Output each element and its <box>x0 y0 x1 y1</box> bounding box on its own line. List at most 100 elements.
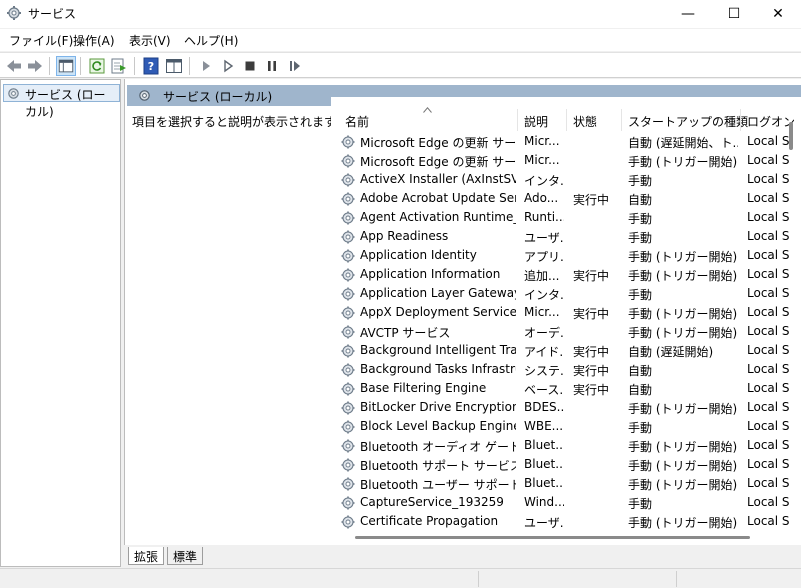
service-row[interactable]: Microsoft Edge の更新 サー... Micr... 手動 (トリガー開… <box>331 151 801 170</box>
service-gear-icon <box>341 249 355 263</box>
menu-help[interactable]: ヘルプ(H) <box>184 32 238 49</box>
column-header-name[interactable]: 名前 <box>345 113 369 130</box>
service-startup-type: 自動 <box>628 383 653 397</box>
column-header-logon-as[interactable]: ログオン <box>747 113 795 130</box>
service-gear-icon <box>341 382 355 396</box>
service-logon-as: Local S <box>747 457 790 471</box>
export-list-icon[interactable] <box>109 56 129 76</box>
service-row[interactable]: ActiveX Installer (AxInstSV) インタ... 手動 Loca… <box>331 170 801 189</box>
service-row[interactable]: Application Layer Gateway ... インタ... 手動 Loc… <box>331 284 801 303</box>
service-row[interactable]: Base Filtering Engine ベース... 実行中 自動 Local S <box>331 379 801 398</box>
tab-extended[interactable]: 拡張 <box>128 547 165 565</box>
sort-ascending-icon <box>423 107 432 113</box>
service-row[interactable]: CaptureService_193259 Wind... 手動 Local S <box>331 493 801 512</box>
service-name: Microsoft Edge の更新 サー... <box>360 155 516 169</box>
minimize-button[interactable]: — <box>665 0 711 28</box>
service-startup-type: 自動 (遅延開始、ト... <box>628 136 738 150</box>
service-name: Bluetooth サポート サービス <box>360 459 516 473</box>
service-row[interactable]: Agent Activation Runtime_1... Runti... 手動 L… <box>331 208 801 227</box>
service-description: Micr... <box>524 153 560 167</box>
service-logon-as: Local S <box>747 495 790 509</box>
service-gear-icon <box>341 515 355 529</box>
start-service-alt-icon[interactable] <box>218 56 238 76</box>
service-description: ベース... <box>524 383 564 397</box>
service-description: インタ... <box>524 288 564 302</box>
maximize-button[interactable]: ☐ <box>711 0 757 28</box>
column-divider[interactable] <box>566 109 567 131</box>
show-hide-console-tree-icon[interactable] <box>56 56 76 76</box>
svg-text:?: ? <box>148 60 154 73</box>
service-row[interactable]: Application Information 追加... 実行中 手動 (トリガー開… <box>331 265 801 284</box>
service-description: システ... <box>524 364 564 378</box>
service-row[interactable]: AVCTP サービス オーデ... 手動 (トリガー開始) Local S <box>331 322 801 341</box>
column-header-status[interactable]: 状態 <box>573 113 597 130</box>
service-gear-icon <box>341 287 355 301</box>
column-divider[interactable] <box>740 109 741 131</box>
menu-view[interactable]: 表示(V) <box>129 32 171 49</box>
service-row[interactable]: Application Identity アプリ... 手動 (トリガー開始) Loc… <box>331 246 801 265</box>
help-icon[interactable]: ? <box>141 56 161 76</box>
service-name: App Readiness <box>360 229 449 243</box>
service-startup-type: 手動 (トリガー開始) <box>628 402 738 416</box>
forward-arrow-icon[interactable] <box>25 56 45 76</box>
service-row[interactable]: Background Intelligent Tran... アイド... 実行中 自… <box>331 341 801 360</box>
menu-file[interactable]: ファイル(F) <box>9 32 73 49</box>
horizontal-scrollbar-thumb[interactable] <box>355 536 750 539</box>
service-name: Adobe Acrobat Update Serv... <box>360 191 516 205</box>
column-header-description[interactable]: 説明 <box>524 113 548 130</box>
tab-standard[interactable]: 標準 <box>167 547 204 565</box>
service-row[interactable]: Microsoft Edge の更新 サー... Micr... 自動 (遅延開始、… <box>331 132 801 151</box>
services-gear-icon <box>139 90 150 101</box>
service-logon-as: Local S <box>747 438 790 452</box>
service-row[interactable]: Block Level Backup Engine ... WBE... 手動 Loc… <box>331 417 801 436</box>
stop-service-icon[interactable] <box>240 56 260 76</box>
vertical-scrollbar-thumb[interactable] <box>789 122 793 150</box>
service-row[interactable]: Bluetooth ユーザー サポート サ... Bluet... 手動 (トリガー… <box>331 474 801 493</box>
service-startup-type: 手動 (トリガー開始) <box>628 269 738 283</box>
service-startup-type: 手動 (トリガー開始) <box>628 516 738 530</box>
service-gear-icon <box>341 420 355 434</box>
service-status: 実行中 <box>573 345 610 359</box>
service-description: Runti... <box>524 210 564 224</box>
service-row[interactable]: AppX Deployment Service (... Micr... 実行中 手動… <box>331 303 801 322</box>
service-startup-type: 手動 (トリガー開始) <box>628 478 738 492</box>
service-name: AVCTP サービス <box>360 326 451 340</box>
service-description: ユーザ... <box>524 516 564 530</box>
service-description: 追加... <box>524 269 560 283</box>
column-header-startup-type[interactable]: スタートアップの種類 <box>628 113 748 130</box>
properties-icon[interactable] <box>164 56 184 76</box>
service-row[interactable]: Bluetooth サポート サービス Bluet... 手動 (トリガー開始) Lo… <box>331 455 801 474</box>
toolbar-separator <box>49 57 50 75</box>
resume-service-icon[interactable] <box>285 56 305 76</box>
service-row[interactable]: Background Tasks Infrastruc... システ... 実行中 自… <box>331 360 801 379</box>
service-status: 実行中 <box>573 383 610 397</box>
service-name: Background Tasks Infrastruc... <box>360 362 516 376</box>
service-startup-type: 手動 <box>628 174 653 188</box>
back-arrow-icon[interactable] <box>4 56 24 76</box>
service-startup-type: 手動 (トリガー開始) <box>628 326 738 340</box>
service-logon-as: Local S <box>747 476 790 490</box>
window-title: サービス <box>28 7 77 21</box>
service-row[interactable]: BitLocker Drive Encryption ... BDES... 手動 … <box>331 398 801 417</box>
service-row[interactable]: Certificate Propagation ユーザ... 手動 (トリガー開始)… <box>331 512 801 531</box>
start-service-icon[interactable] <box>196 56 216 76</box>
service-name: Block Level Backup Engine ... <box>360 419 516 433</box>
menu-action[interactable]: 操作(A) <box>73 32 115 49</box>
service-row[interactable]: Bluetooth オーディオ ゲートウェ... Bluet... 手動 (トリガー… <box>331 436 801 455</box>
service-startup-type: 手動 (トリガー開始) <box>628 459 738 473</box>
column-divider[interactable] <box>621 109 622 131</box>
service-logon-as: Local S <box>747 419 790 433</box>
tree-node-label: サービス (ローカル) <box>25 88 106 119</box>
service-row[interactable]: App Readiness ユーザ... 手動 Local S <box>331 227 801 246</box>
service-startup-type: 手動 (トリガー開始) <box>628 440 738 454</box>
service-name: Bluetooth オーディオ ゲートウェ... <box>360 440 516 454</box>
tree-node-services-local[interactable]: サービス (ローカル) <box>3 84 120 119</box>
services-list: 名前 説明 状態 スタートアップの種類 ログオン Microsoft Edge … <box>331 97 801 535</box>
close-button[interactable]: ✕ <box>755 0 801 28</box>
service-logon-as: Local S <box>747 381 790 395</box>
refresh-icon[interactable] <box>87 56 107 76</box>
service-row[interactable]: Adobe Acrobat Update Serv... Ado... 実行中 自動 L… <box>331 189 801 208</box>
pause-service-icon[interactable] <box>262 56 282 76</box>
service-description: Micr... <box>524 305 560 319</box>
column-divider[interactable] <box>517 109 518 131</box>
